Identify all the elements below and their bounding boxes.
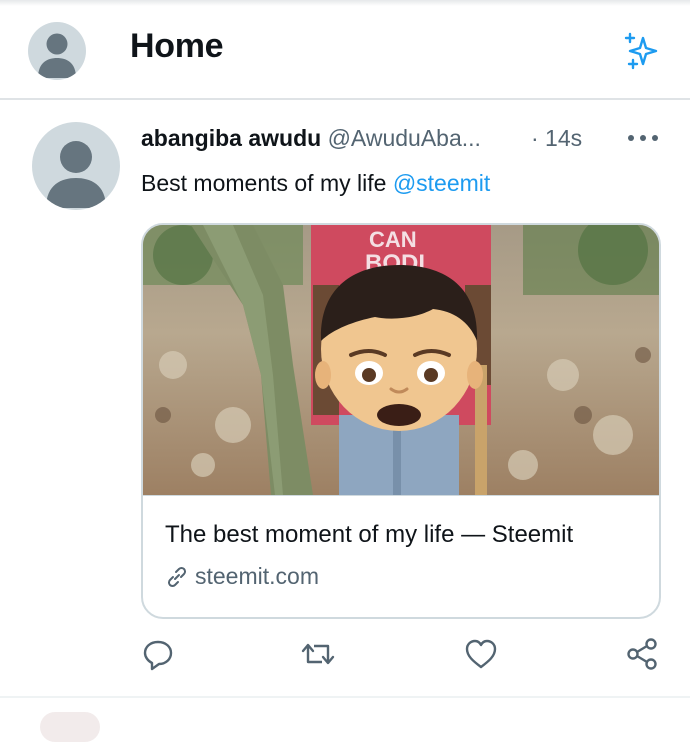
profile-avatar-button[interactable] [28,22,86,80]
link-card[interactable]: CAN BODI The best moment of my life — St… [141,223,661,619]
tweet-timestamp[interactable]: · 14s [531,125,582,152]
sparkle-icon[interactable] [620,30,664,74]
top-bar: Home [0,0,690,98]
tweet-header: abangiba awudu @AwuduAba... [141,125,481,152]
card-domain[interactable]: steemit.com [165,563,319,590]
reply-icon[interactable] [140,636,176,672]
svg-text:CAN: CAN [369,227,417,252]
tweet-divider [0,696,690,698]
mention-link[interactable]: @steemit [393,170,490,196]
author-avatar[interactable] [32,122,120,210]
tweet-text-body: Best moments of my life [141,170,393,196]
card-title[interactable]: The best moment of my life — Steemit [165,521,573,549]
default-avatar-icon [46,141,106,208]
card-domain-text: steemit.com [195,563,319,589]
card-divider [143,495,659,496]
page-title: Home [130,27,224,65]
author-name[interactable]: abangiba awudu [141,125,321,151]
tweet-actions [0,636,690,676]
author-handle[interactable]: @AwuduAba... [328,125,481,151]
retweet-icon[interactable] [300,636,336,672]
card-image: CAN BODI [143,225,659,495]
more-options-icon[interactable] [626,128,660,148]
link-icon [167,566,187,587]
share-icon[interactable] [624,636,660,672]
tweet-text: Best moments of my life @steemit [141,170,490,197]
tweet[interactable]: abangiba awudu @AwuduAba... · 14s Best m… [0,100,690,696]
like-icon[interactable] [463,636,499,672]
default-avatar-icon [38,33,76,78]
next-tweet-avatar[interactable] [40,712,100,742]
